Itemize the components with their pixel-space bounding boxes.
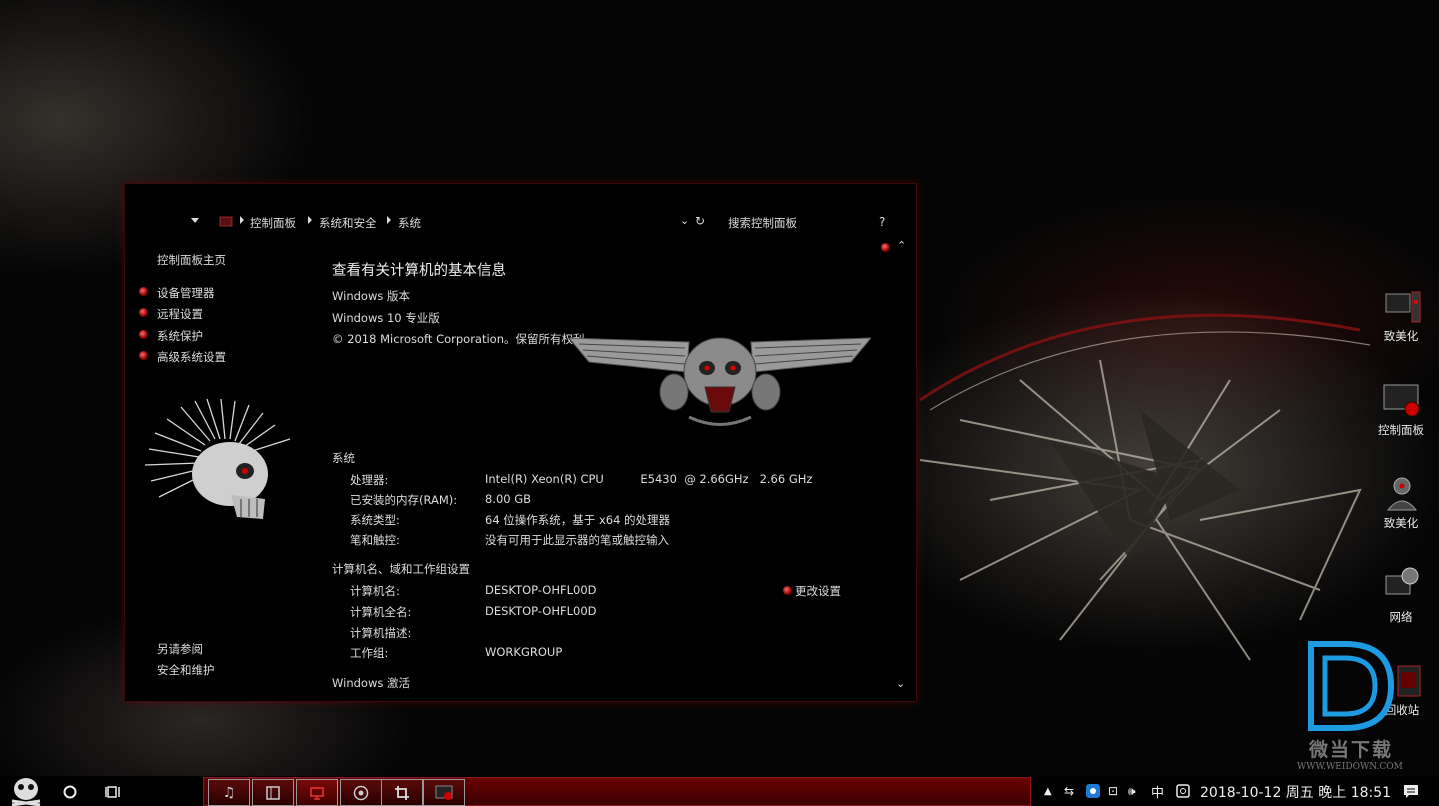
network-icon[interactable]	[1382, 566, 1422, 606]
shield-icon	[139, 287, 148, 296]
folder-icon	[219, 216, 233, 227]
scroll-down-icon[interactable]: ⌄	[896, 677, 905, 690]
workgroup-label: 工作组:	[350, 646, 389, 660]
notification-icon[interactable]	[1403, 783, 1419, 799]
breadcrumb-system-security[interactable]: 系统和安全	[319, 215, 377, 231]
workgroup-value: WORKGROUP	[485, 645, 563, 659]
browser-app-button[interactable]	[340, 779, 382, 806]
pc-icon[interactable]	[1382, 288, 1422, 328]
wifi-tray-icon[interactable]: ⊡	[1108, 784, 1118, 798]
desktop-icon-label[interactable]: 控制面板	[1371, 422, 1431, 438]
watermark-name: 微当下载	[1309, 739, 1394, 761]
music-icon: ♫	[222, 784, 236, 801]
music-app-button[interactable]: ♫	[208, 779, 250, 806]
computer-heading: 计算机名、域和工作组设置	[332, 562, 470, 576]
desktop-icon-label[interactable]: 致美化	[1371, 328, 1431, 344]
monitor-icon[interactable]	[1382, 381, 1422, 421]
sidebar-item-advanced[interactable]: 高级系统设置	[157, 349, 226, 365]
network-tray-icon[interactable]: ⇆	[1064, 784, 1074, 798]
tray-overflow-icon[interactable]: ▲	[1044, 786, 1052, 797]
copyright-text: © 2018 Microsoft Corporation。保留所有权利。	[332, 332, 596, 346]
skull-image	[145, 399, 291, 519]
control-panel-app-button[interactable]	[296, 779, 338, 806]
notes-app-button[interactable]	[252, 779, 294, 806]
recent-pages-icon[interactable]	[191, 218, 199, 223]
scroll-up-icon[interactable]: ⌃	[897, 239, 906, 252]
system-type-label: 系统类型:	[350, 513, 400, 527]
edition-heading: Windows 版本	[332, 289, 410, 303]
change-settings-link[interactable]: 更改设置	[795, 583, 841, 599]
breadcrumb-control-panel[interactable]: 控制面板	[250, 215, 296, 231]
shield-icon	[139, 351, 148, 360]
desktop-icon-label[interactable]: 致美化	[1371, 515, 1431, 531]
see-also-heading: 另请参阅	[157, 642, 203, 656]
page-title: 查看有关计算机的基本信息	[332, 263, 506, 279]
crop-icon	[395, 785, 409, 800]
system-window: 控制面板 系统和安全 系统 ⌄ ↻ 搜索控制面板 ? ⌃ ⌄ 控制面板主页 设备…	[124, 183, 917, 702]
shield-icon	[139, 330, 148, 339]
desktop-icon-label[interactable]: 网络	[1371, 609, 1431, 625]
media-app-button[interactable]	[423, 779, 465, 806]
edition-name: Windows 10 专业版	[332, 311, 440, 325]
user-icon[interactable]	[1382, 474, 1422, 514]
breadcrumb-separator	[240, 216, 244, 224]
ime-mode-icon[interactable]	[1176, 784, 1190, 798]
full-name-label: 计算机全名:	[350, 605, 412, 619]
system-heading: 系统	[332, 451, 355, 465]
processor-label: 处理器:	[350, 473, 389, 487]
volume-icon[interactable]: 🕪	[1128, 784, 1136, 799]
search-input[interactable]: 搜索控制面板	[728, 215, 797, 231]
ram-label: 已安装的内存(RAM):	[350, 493, 458, 507]
computer-name-value: DESKTOP-OHFL00D	[485, 583, 597, 597]
breadcrumb-system[interactable]: 系统	[398, 215, 421, 231]
breadcrumb-separator	[387, 216, 391, 224]
computer-icon	[310, 786, 324, 800]
ram-value: 8.00 GB	[485, 492, 532, 506]
app-tray-icon[interactable]	[1085, 783, 1101, 799]
help-button[interactable]: ?	[879, 215, 885, 229]
start-skull-icon[interactable]	[8, 773, 44, 806]
shield-icon	[139, 308, 148, 317]
pen-touch-label: 笔和触控:	[350, 533, 400, 547]
refresh-icon[interactable]: ↻	[695, 214, 705, 228]
media-player-icon	[435, 785, 453, 800]
task-view-icon[interactable]	[105, 784, 121, 800]
sidebar-item-device-manager[interactable]: 设备管理器	[157, 285, 215, 301]
settings-orb-icon[interactable]	[881, 243, 890, 252]
chevron-down-icon[interactable]: ⌄	[680, 214, 689, 227]
processor-value: Intel(R) Xeon(R) CPU E5430 @ 2.66GHz 2.6…	[485, 472, 813, 486]
sidebar-item-protection[interactable]: 系统保护	[157, 328, 203, 344]
see-also-security-link[interactable]: 安全和维护	[157, 662, 215, 678]
description-label: 计算机描述:	[350, 626, 412, 640]
search-circle-icon[interactable]	[62, 784, 78, 800]
watermark-url: WWW.WEIDOWN.COM	[1297, 762, 1403, 772]
clock[interactable]: 2018-10-12 周五 晚上 18:51	[1200, 782, 1391, 802]
winged-skull-logo	[569, 337, 871, 426]
computer-name-label: 计算机名:	[350, 584, 400, 598]
sidebar-home-link[interactable]: 控制面板主页	[157, 252, 226, 268]
breadcrumb-separator	[308, 216, 312, 224]
shield-icon	[783, 586, 792, 595]
pen-touch-value: 没有可用于此显示器的笔或触控输入	[485, 533, 669, 547]
full-name-value: DESKTOP-OHFL00D	[485, 604, 597, 618]
notebook-icon	[266, 785, 280, 800]
activation-heading: Windows 激活	[332, 676, 410, 690]
chrome-icon	[353, 785, 369, 800]
system-type-value: 64 位操作系统，基于 x64 的处理器	[485, 513, 671, 527]
weidown-logo	[1308, 641, 1395, 731]
crop-app-button[interactable]	[381, 779, 423, 806]
ime-indicator[interactable]: 中	[1151, 782, 1164, 801]
sidebar-item-remote[interactable]: 远程设置	[157, 306, 203, 322]
